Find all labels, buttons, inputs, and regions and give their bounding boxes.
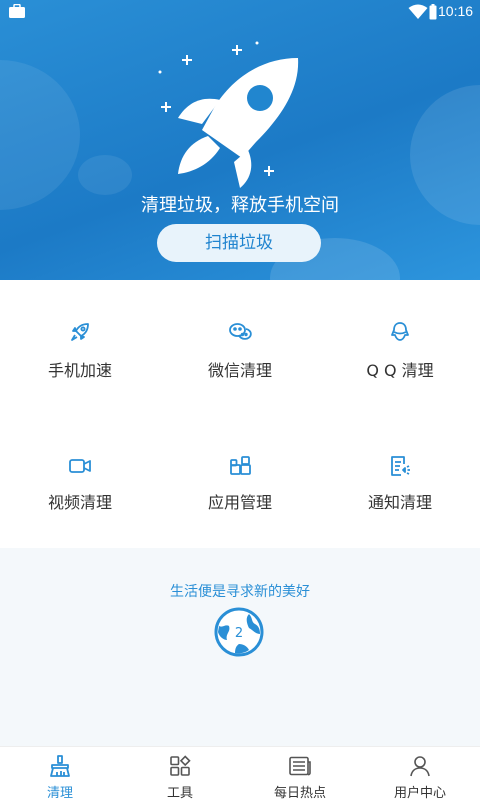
broom-icon xyxy=(50,755,70,777)
hero-title: 清理垃圾，释放手机空间 xyxy=(141,195,339,216)
motto-text: 生活便是寻求新的美好 xyxy=(170,584,310,600)
qq-icon xyxy=(391,322,409,341)
tab-daily-hot[interactable]: 每日热点 xyxy=(240,747,360,800)
feature-phone-boost[interactable]: 手机加速 xyxy=(0,280,160,414)
tab-label: 清理 xyxy=(46,786,73,800)
wechat-icon xyxy=(229,323,252,340)
hero-banner: 10:16 清理垃圾，释放手机空间 扫描垃圾 xyxy=(0,0,480,280)
feature-label: 应用管理 xyxy=(207,493,272,512)
feature-label: 视频清理 xyxy=(47,493,112,512)
status-time: 10:16 xyxy=(438,3,474,19)
notification-icon xyxy=(391,456,410,476)
feature-notification-clean[interactable]: 通知清理 xyxy=(320,414,480,548)
tab-clean[interactable]: 清理 xyxy=(0,747,120,800)
feature-qq-clean[interactable]: Q Q 清理 xyxy=(320,280,480,414)
scan-junk-button[interactable]: 扫描垃圾 xyxy=(157,224,321,262)
feature-grid: 手机加速 微信清理 Q Q 清理 视频清理 应用管理 通知清理 xyxy=(0,280,480,548)
tools-icon xyxy=(170,755,191,776)
feature-label: 通知清理 xyxy=(367,493,432,512)
battery-icon xyxy=(429,4,437,20)
feature-app-manage[interactable]: 应用管理 xyxy=(160,414,320,548)
decor-circle xyxy=(78,155,132,195)
user-icon xyxy=(410,756,430,777)
globe-badge-number: 2 xyxy=(235,626,243,641)
status-bar: 10:16 xyxy=(0,0,480,24)
wifi-icon xyxy=(408,4,428,19)
globe-icon: 2 xyxy=(214,607,264,657)
tab-tools[interactable]: 工具 xyxy=(120,747,240,800)
decor-circle xyxy=(0,60,80,210)
feature-wechat-clean[interactable]: 微信清理 xyxy=(160,280,320,414)
bottom-tab-bar: 清理 工具 每日热点 用户中心 xyxy=(0,746,480,800)
news-icon xyxy=(289,756,311,776)
tab-label: 用户中心 xyxy=(393,786,446,800)
feature-label: 微信清理 xyxy=(207,361,272,380)
motto-section: 生活便是寻求新的美好 2 xyxy=(0,548,480,746)
apps-icon xyxy=(230,456,251,475)
tab-label: 每日热点 xyxy=(273,786,326,800)
tab-user-center[interactable]: 用户中心 xyxy=(360,747,480,800)
tab-label: 工具 xyxy=(166,786,193,800)
feature-label: Q Q 清理 xyxy=(366,361,434,380)
briefcase-icon xyxy=(9,4,25,18)
video-icon xyxy=(69,459,91,473)
rocket-icon xyxy=(71,323,89,341)
rocket-illustration xyxy=(158,41,299,188)
feature-video-clean[interactable]: 视频清理 xyxy=(0,414,160,548)
feature-label: 手机加速 xyxy=(47,361,112,380)
